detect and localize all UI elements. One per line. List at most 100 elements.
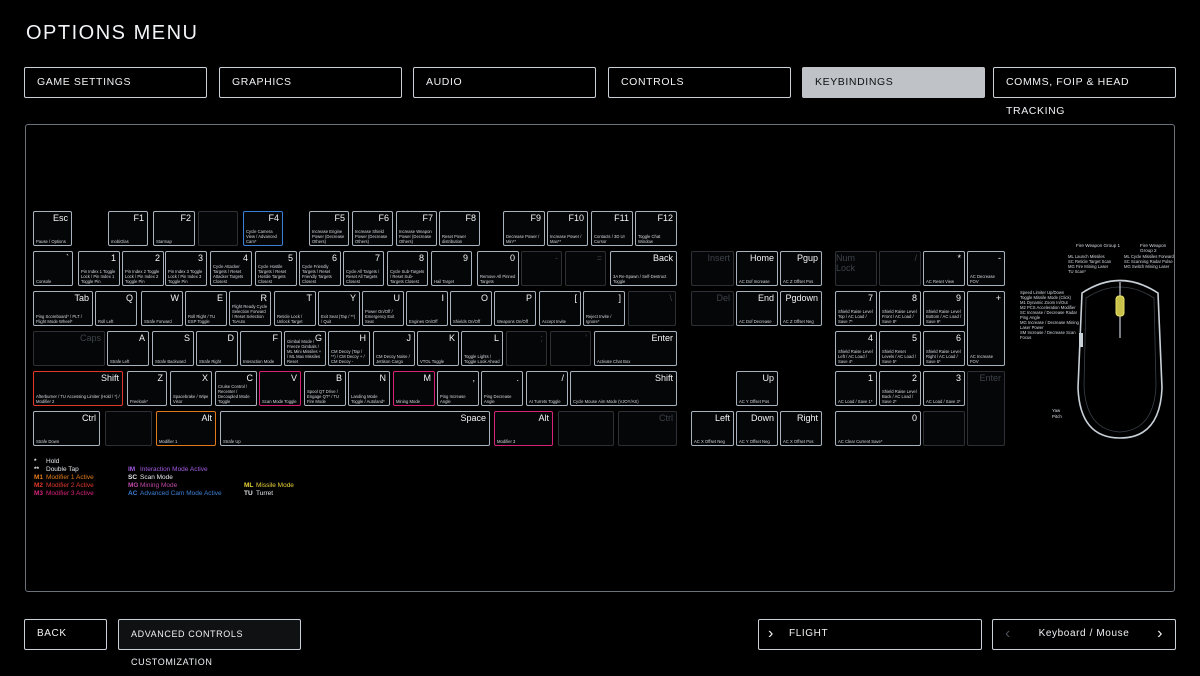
key-n5[interactable]: 5 Cycle Hostile Targets / Reset Hostile T… <box>255 251 297 286</box>
key-home[interactable]: Home AC Dof Increase <box>736 251 778 286</box>
key-space[interactable]: Space Strafe Up <box>220 411 490 446</box>
key-rbracket[interactable]: ] Reject Invite / Ignore* <box>583 291 625 326</box>
key-ralt[interactable]: Alt Modifier 3 <box>494 411 553 446</box>
key-np4[interactable]: 4 Shield Raise Level Left / AC Load / Sav… <box>835 331 877 366</box>
key-n0[interactable]: 0 Remove All Pinned Targets <box>477 251 519 286</box>
key-l[interactable]: L Toggle Lights / Toggle Look Ahead <box>461 331 503 366</box>
key-i[interactable]: I Engines On/Off <box>406 291 448 326</box>
key-f8[interactable]: F8 Reset Power distribution <box>439 211 480 246</box>
key-y[interactable]: Y Exit Seat (Tap / **) / Quit <box>318 291 360 326</box>
key-f[interactable]: F Interaction Mode <box>240 331 282 366</box>
key-back[interactable]: Back 3A Re-Spawn / Self-Destruct Toggle <box>610 251 677 286</box>
key-e[interactable]: E Roll Right / TU ESP Toggle <box>185 291 227 326</box>
key-rctrl[interactable]: Ctrl <box>618 411 677 446</box>
key-enter[interactable]: Enter Activate Chat Box <box>594 331 677 366</box>
key-np6[interactable]: 6 Shield Raise Level Right / AC Load / Sa… <box>923 331 965 366</box>
key-tab[interactable]: Tab Ping Scoreboard* / PLT / Flight Mode … <box>33 291 93 326</box>
tab-graphics[interactable]: GRAPHICS <box>219 67 402 98</box>
key-backslash[interactable]: \ <box>628 291 676 326</box>
key-q[interactable]: Q Roll Left <box>95 291 137 326</box>
key-del[interactable]: Del <box>691 291 734 326</box>
key-s[interactable]: S Strafe Backward <box>152 331 194 366</box>
key-period[interactable]: . Ping Decrease Angle <box>481 371 523 406</box>
key-n4[interactable]: 4 Cycle Attacker Targets / Reset Attacker… <box>210 251 252 286</box>
key-g[interactable]: G Gimbal Mode / Freeze Gimbals / ML Mini … <box>284 331 326 366</box>
key-d[interactable]: D Strafe Right <box>196 331 238 366</box>
key-z[interactable]: Z Freelook* <box>127 371 167 406</box>
tab-audio[interactable]: AUDIO <box>413 67 596 98</box>
key-j[interactable]: J CM Decoy Noise / Jettison Cargo <box>373 331 415 366</box>
key-np1[interactable]: 1 AC Load / Save 1* <box>835 371 877 406</box>
tab-controls[interactable]: CONTROLS <box>608 67 791 98</box>
key-left[interactable]: Left AC X Offset Neg <box>691 411 734 446</box>
advanced-controls-customization-button[interactable]: ADVANCED CONTROLS CUSTOMIZATION <box>118 619 301 667</box>
key-n2[interactable]: 2 Pin Index 2 Toggle Lock / Pin Index 2 T… <box>122 251 164 286</box>
key-np9[interactable]: 9 Shield Raise Level Bottom / AC Load / S… <box>923 291 965 326</box>
tab-game-settings[interactable]: GAME SETTINGS <box>24 67 207 98</box>
key-b[interactable]: B Spool QT Drive / Engage QT* / TU Fire M… <box>304 371 346 406</box>
key-down[interactable]: Down AC Y Offset Neg <box>736 411 778 446</box>
key-f4[interactable]: F4 Cycle Camera View / Advanced Cam* <box>243 211 283 246</box>
key-f2[interactable]: F2 Starmap <box>153 211 195 246</box>
key-blankwin[interactable] <box>105 411 152 446</box>
key-x[interactable]: X Spacebrake / Wipe Visor <box>170 371 212 406</box>
key-esc[interactable]: Esc Pause / Options <box>33 211 72 246</box>
key-m[interactable]: M Mining Mode <box>393 371 435 406</box>
key-np0[interactable]: 0 AC Clear Current Save* <box>835 411 921 446</box>
key-np7[interactable]: 7 Shield Raise Level Top / AC Load / Save… <box>835 291 877 326</box>
key-blankmenu[interactable] <box>558 411 614 446</box>
key-end[interactable]: End AC Dof Decrease <box>736 291 778 326</box>
key-f12[interactable]: F12 Toggle Chat Window <box>635 211 677 246</box>
back-button[interactable]: BACK <box>24 619 107 650</box>
key-a[interactable]: A Strafe Left <box>107 331 149 366</box>
key-blankf3[interactable] <box>198 211 238 246</box>
key-v[interactable]: V Scan Mode Toggle <box>259 371 301 406</box>
key-npenter[interactable]: Enter <box>967 371 1005 446</box>
key-np5[interactable]: 5 Shield Reset Levels / AC Load / Save 5* <box>879 331 921 366</box>
key-npstar[interactable]: * AC Reset View <box>923 251 965 286</box>
key-tilde[interactable]: ` Console <box>33 251 73 286</box>
key-n6[interactable]: 6 Cycle Friendly Targets / Reset Friendly… <box>299 251 341 286</box>
key-insert[interactable]: Insert <box>691 251 734 286</box>
key-n7[interactable]: 7 Cycle All Targets / Reset All Targets C… <box>343 251 384 286</box>
key-c[interactable]: C Cruise Control / Recenter / Decoupled M… <box>215 371 257 406</box>
key-f9[interactable]: F9 Decrease Power / Min** <box>503 211 545 246</box>
key-comma[interactable]: , Ping Increase Angle <box>437 371 479 406</box>
key-minus[interactable]: - <box>521 251 562 286</box>
key-h[interactable]: H CM Decoy (Tap / **) / CM Decoy + / CM D… <box>328 331 370 366</box>
key-n9[interactable]: 9 Hail Target <box>431 251 472 286</box>
key-r[interactable]: R Flight Ready Cycle Selection Forward / … <box>229 291 271 326</box>
key-np3[interactable]: 3 AC Load / Save 3* <box>923 371 965 406</box>
key-semicolon[interactable]: ; <box>506 331 547 366</box>
key-f5[interactable]: F5 Increase Engine Power (Decrease Others… <box>309 211 349 246</box>
key-lbracket[interactable]: [Accept Invite <box>539 291 581 326</box>
tab-comms-foip-head-tracking[interactable]: COMMS, FOIP & HEAD TRACKING <box>993 67 1176 117</box>
key-np2[interactable]: 2 Shield Raise Level Back / AC Load / Sav… <box>879 371 921 406</box>
key-rshift[interactable]: Shift Cycle Mouse Aim Mode (VJOY/AS) <box>570 371 677 406</box>
key-caps[interactable]: Caps <box>33 331 105 366</box>
key-lctrl[interactable]: Ctrl Strafe Down <box>33 411 100 446</box>
key-f1[interactable]: F1 mobiGlas <box>108 211 148 246</box>
key-n3[interactable]: 3 Pin Index 3 Toggle Lock / Pin Index 3 T… <box>165 251 207 286</box>
key-npdot[interactable] <box>923 411 965 446</box>
key-pgup[interactable]: Pgup AC Z Offset Pos <box>780 251 822 286</box>
key-f7[interactable]: F7 Increase Weapon Power (Decrease Others… <box>396 211 437 246</box>
key-n[interactable]: N Landing Mode Toggle / Autoland* <box>348 371 390 406</box>
key-lshift[interactable]: Shift Afterburner / TU Accessing Limiter … <box>33 371 123 406</box>
key-quote[interactable]: ' <box>550 331 591 366</box>
tab-keybindings[interactable]: KEYBINDINGS <box>802 67 985 98</box>
key-np8[interactable]: 8 Shield Raise Level Front / AC Load / Sa… <box>879 291 921 326</box>
key-u[interactable]: U Power On/Off / Emergency Exit Seat <box>362 291 404 326</box>
key-lalt[interactable]: Alt Modifier 1 <box>156 411 216 446</box>
key-equals[interactable]: = <box>565 251 606 286</box>
key-pgdown[interactable]: Pgdown AC Z Offset Neg <box>780 291 822 326</box>
key-f11[interactable]: F11 Contacts / 3D UI Cursor <box>591 211 633 246</box>
mode-selector[interactable]: › FLIGHT <box>758 619 982 650</box>
key-n1[interactable]: 1 Pin Index 1 Toggle Lock / Pin Index 1 T… <box>78 251 120 286</box>
key-right[interactable]: Right AC X Offset Pos <box>780 411 822 446</box>
key-f6[interactable]: F6 Increase Shield Power (Decrease Others… <box>352 211 393 246</box>
key-o[interactable]: O Shields On/Off <box>450 291 492 326</box>
key-n8[interactable]: 8 Cycle Sub-Targets / Reset Sub-Targets C… <box>387 251 428 286</box>
key-npslash[interactable]: / <box>879 251 921 286</box>
key-t[interactable]: T Reticle Lock / Unlock Target <box>274 291 316 326</box>
